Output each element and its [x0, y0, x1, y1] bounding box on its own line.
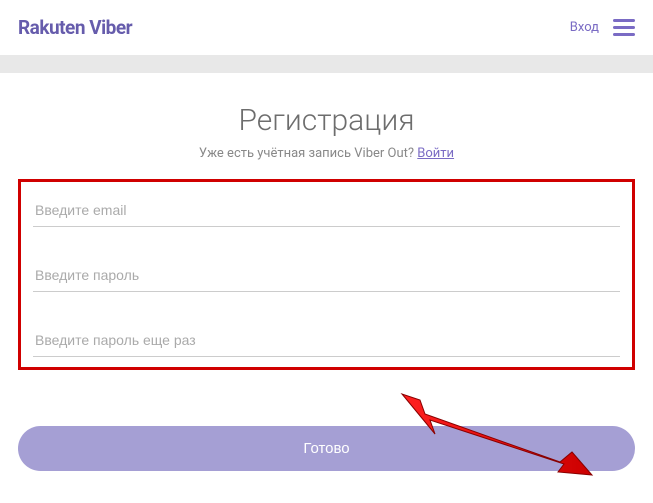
hamburger-icon[interactable]	[613, 19, 635, 36]
signin-link[interactable]: Войти	[417, 146, 454, 161]
header: Rakuten Viber Вход	[0, 0, 653, 55]
password-confirm-input[interactable]	[33, 326, 620, 357]
main-content: Регистрация Уже есть учётная запись Vibe…	[0, 73, 653, 491]
logo[interactable]: Rakuten Viber	[18, 16, 132, 39]
subtitle-text: Уже есть учётная запись Viber Out?	[199, 146, 417, 161]
submit-button[interactable]: Готово	[18, 426, 635, 471]
divider-bar	[0, 55, 653, 73]
email-input[interactable]	[33, 196, 620, 227]
email-field-wrapper	[33, 196, 620, 227]
password-input[interactable]	[33, 261, 620, 292]
registration-form-highlight	[18, 179, 635, 370]
login-link[interactable]: Вход	[570, 20, 599, 35]
password-confirm-field-wrapper	[33, 326, 620, 357]
password-field-wrapper	[33, 261, 620, 292]
page-title: Регистрация	[18, 103, 635, 138]
header-right: Вход	[570, 19, 635, 36]
subtitle: Уже есть учётная запись Viber Out? Войти	[18, 146, 635, 161]
